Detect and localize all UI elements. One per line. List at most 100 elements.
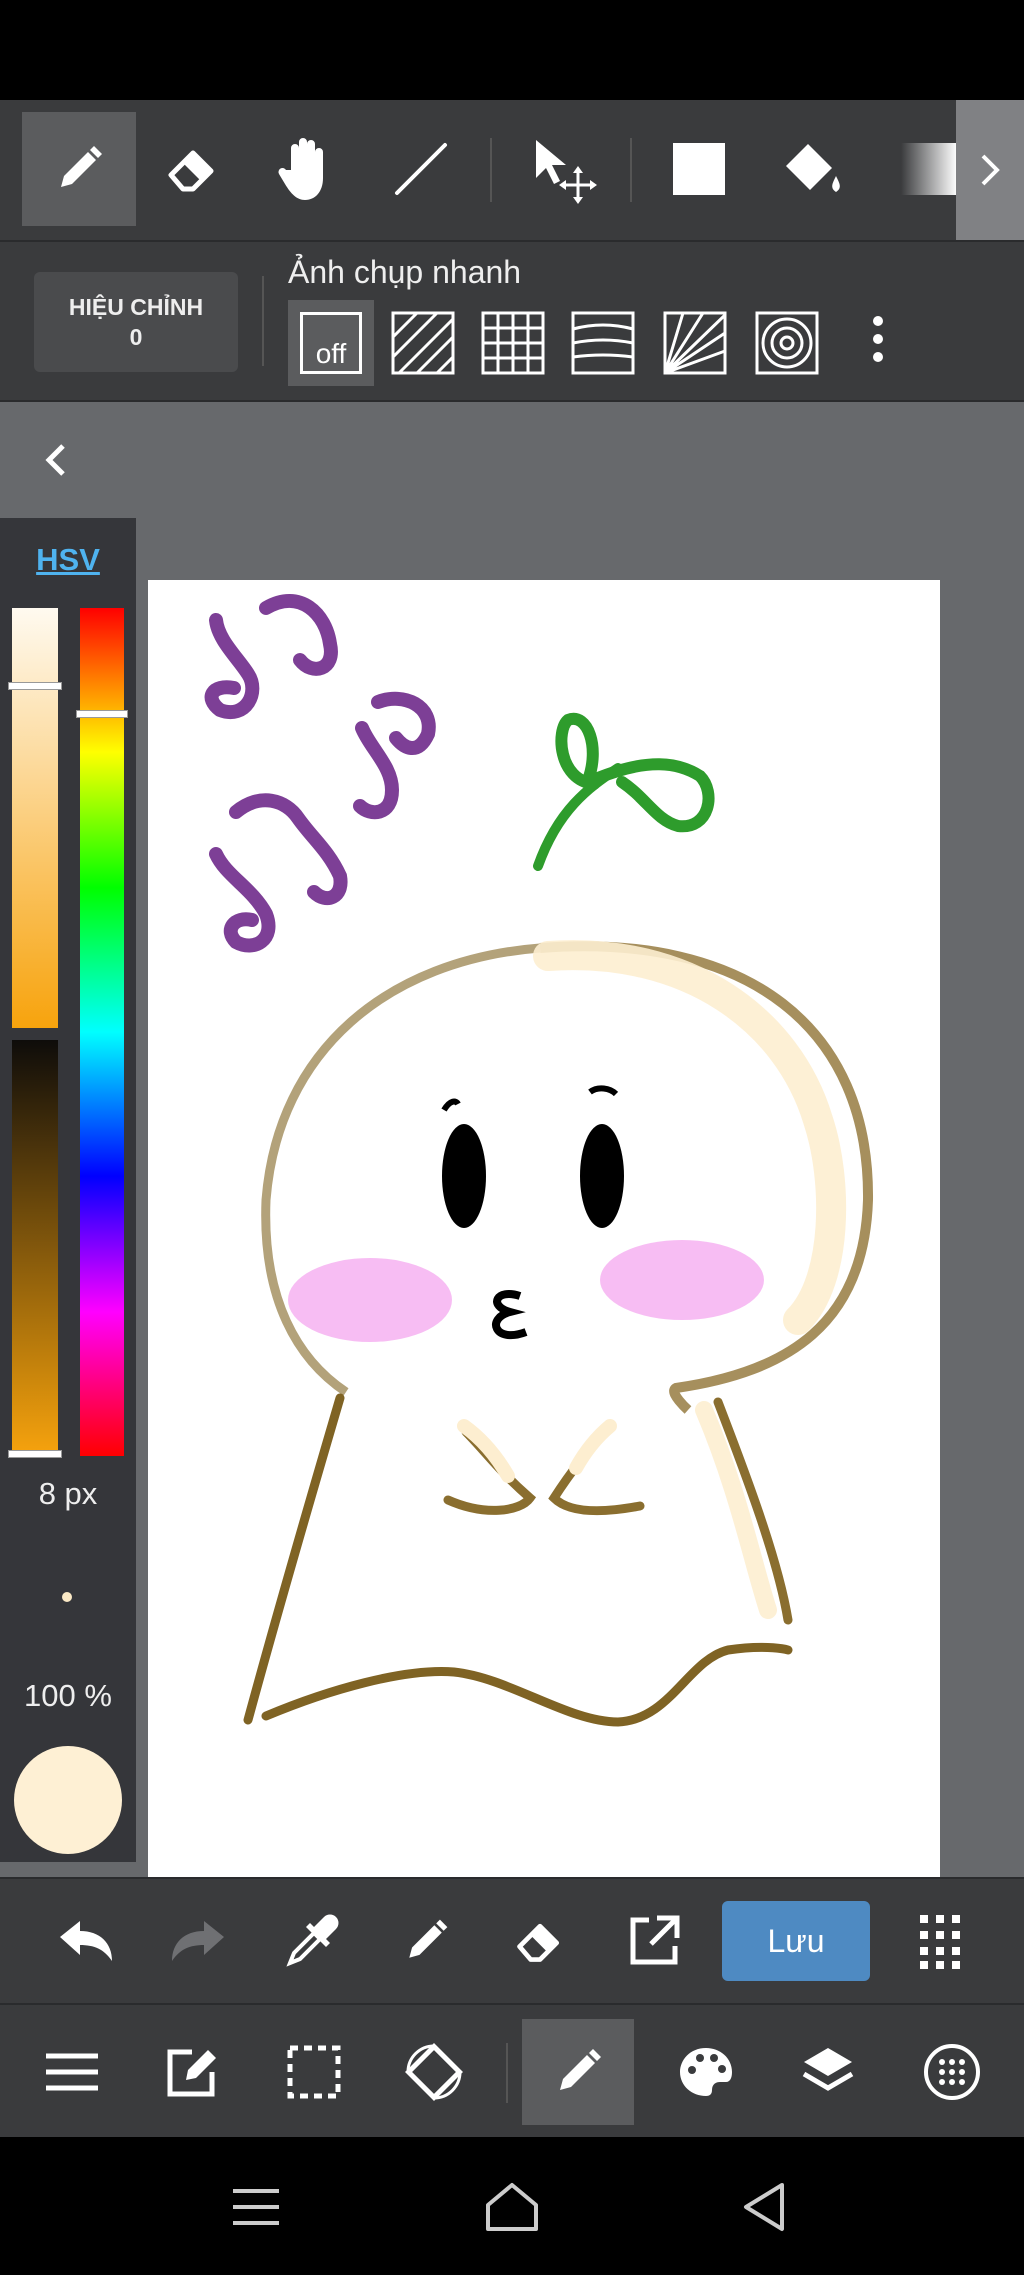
layers-button[interactable] [772,2019,884,2125]
value-slider-handle[interactable] [8,1450,62,1458]
system-navigation-bar [0,2137,1024,2275]
back-button[interactable] [724,2167,804,2247]
recent-apps-button[interactable] [216,2167,296,2247]
select-move-icon [536,140,597,204]
more-tools-button[interactable] [956,100,1024,240]
chevron-left-icon [45,444,65,476]
eyedropper-icon [286,1914,339,1967]
snap-off-label: off [315,338,347,369]
snap-grid-button[interactable] [470,300,556,386]
redo-icon [172,1921,224,1961]
line-icon [395,143,447,195]
saturation-slider[interactable] [8,608,62,1028]
grid-dots-icon [920,1915,960,1969]
palette-icon [680,2048,732,2096]
hamburger-icon [46,2053,98,2091]
tool-toolbar [0,100,1024,242]
snap-curve-button[interactable] [560,300,646,386]
hsv-tab[interactable]: HSV [0,542,136,578]
eyedropper-button[interactable] [272,1901,352,1981]
collapse-panel-button[interactable] [36,432,76,488]
paint-bucket-icon [786,144,840,192]
edit-button[interactable] [136,2019,248,2125]
curved-lines-icon [571,311,635,375]
transform-button[interactable] [378,2019,490,2125]
stabilizer-value: 0 [129,324,143,350]
hand-tool-button[interactable] [250,112,364,226]
more-actions-button[interactable] [900,1901,980,1981]
bottom-nav-bar [0,2003,1024,2139]
world-icon [924,2044,980,2100]
brush-size-label[interactable]: 8 px [0,1476,136,1512]
snap-off-button[interactable]: off [288,300,374,386]
selection-button[interactable] [258,2019,370,2125]
brush-options-bar: HIỆU CHỈNH 0 Ảnh chụp nhanh off [0,242,1024,402]
settings-button[interactable] [896,2019,1008,2125]
selection-icon [287,2045,341,2099]
drawing-canvas[interactable] [148,580,940,1877]
color-panel: HSV 8 px 100 % [0,518,136,1862]
pencil-icon [409,1919,448,1958]
home-button[interactable] [472,2167,552,2247]
more-vert-icon [873,316,883,362]
undo-button[interactable] [46,1901,126,1981]
value-slider[interactable] [8,1040,62,1458]
chevron-right-icon [981,154,1000,186]
rotate-icon [405,2043,463,2101]
stabilizer-button[interactable]: HIỆU CHỈNH 0 [34,272,238,372]
hand-icon [278,138,323,200]
toolbar-divider [490,138,492,202]
redo-button[interactable] [158,1901,238,1981]
pen-quick-button[interactable] [386,1901,466,1981]
canvas-area: HSV 8 px 100 % [0,402,1024,1877]
save-button[interactable]: Lưu [722,1901,870,1981]
current-color-swatch[interactable] [14,1746,122,1854]
eraser-icon [168,150,214,192]
line-tool-button[interactable] [364,112,478,226]
snap-parallel-button[interactable] [380,300,466,386]
action-bar: Lưu [0,1877,1024,2003]
gradient-icon [901,143,957,195]
open-external-icon [630,1915,680,1965]
radial-lines-icon [663,311,727,375]
snap-off-icon: off [300,312,362,374]
color-button[interactable] [650,2019,762,2125]
share-button[interactable] [614,1901,694,1981]
snap-circle-button[interactable] [744,300,830,386]
undo-icon [60,1921,112,1961]
stabilizer-label: HIỆU CHỈNH [68,294,204,320]
snap-title: Ảnh chụp nhanh [288,254,522,290]
recent-apps-icon [233,2189,279,2225]
square-icon [673,143,725,195]
nav-divider [506,2043,508,2103]
status-bar [0,0,1024,100]
pencil-icon [560,2049,601,2090]
eraser-icon [517,1923,560,1962]
grid-icon [481,311,545,375]
opacity-label[interactable]: 100 % [0,1678,136,1714]
menu-button[interactable] [16,2019,128,2125]
hue-slider[interactable] [76,608,128,1456]
snap-radial-button[interactable] [652,300,738,386]
eraser-quick-button[interactable] [500,1901,580,1981]
ghost-body [243,1393,345,1725]
fill-rect-tool-button[interactable] [642,112,756,226]
pen-tool-button[interactable] [22,112,136,226]
home-icon [486,2183,538,2231]
parallel-lines-icon [391,311,455,375]
saturation-slider-handle[interactable] [8,682,62,690]
brush-button[interactable] [522,2019,634,2125]
more-options-button[interactable] [858,316,898,376]
brush-size-preview [62,1592,72,1602]
eraser-tool-button[interactable] [136,112,250,226]
options-divider [262,276,264,366]
concentric-circles-icon [755,311,819,375]
bucket-tool-button[interactable] [756,112,870,226]
toolbar-divider [630,138,632,202]
hue-slider-handle[interactable] [76,710,128,718]
move-tool-button[interactable] [506,112,620,226]
music-notes [204,594,436,953]
sprout [533,712,715,871]
layers-icon [802,2048,854,2091]
back-triangle-icon [744,2183,784,2231]
